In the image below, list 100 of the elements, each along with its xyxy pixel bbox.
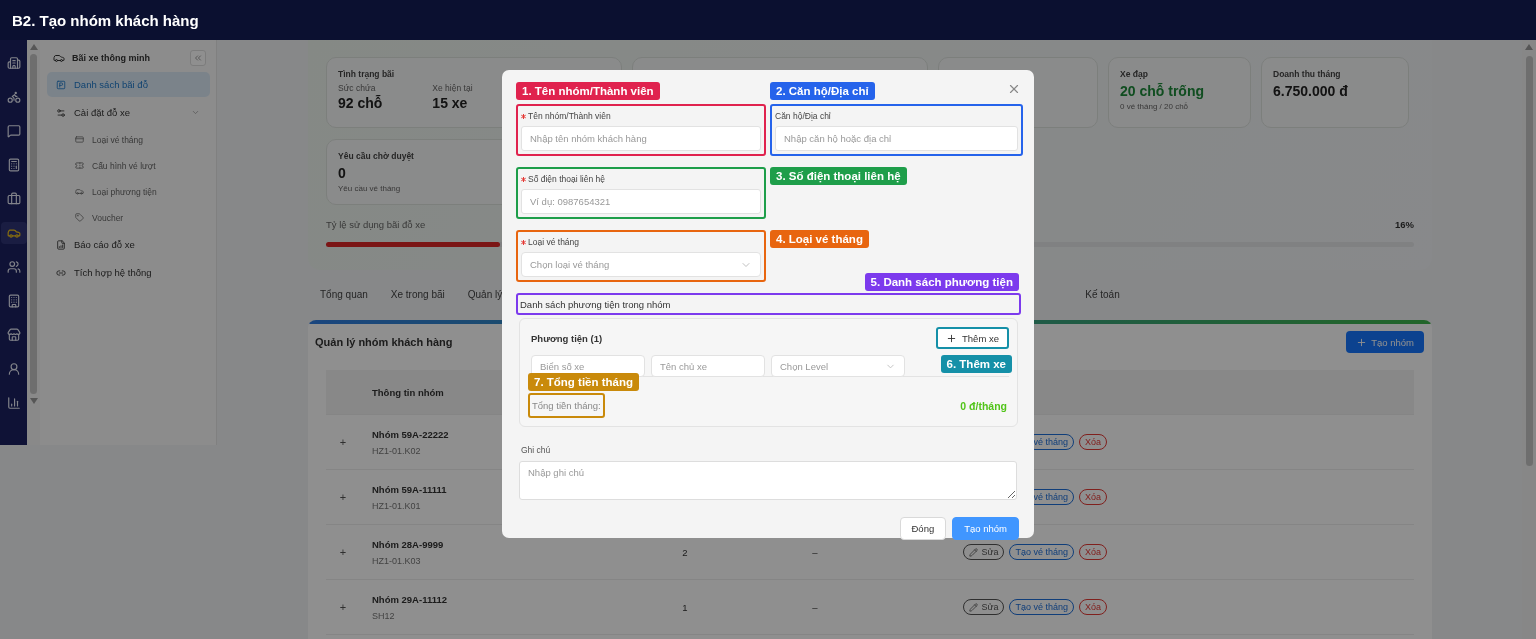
callout-label: 1. Tên nhóm/Thành viên xyxy=(516,82,660,100)
card-title: Doanh thu tháng xyxy=(1273,69,1342,79)
callout-label: 3. Số điện thoại liên hệ xyxy=(770,167,907,185)
delete-button[interactable]: Xóa xyxy=(1079,489,1107,505)
expand-button[interactable]: + xyxy=(326,601,360,613)
callout-label: 6. Thêm xe xyxy=(940,355,1012,373)
stat-value: 6.750.000 đ xyxy=(1273,83,1349,99)
table-cell-text: 1 xyxy=(681,601,689,613)
group-name: Nhóm 59A-11111 xyxy=(372,483,447,495)
metric-label: Xe hiện tại xyxy=(432,83,473,93)
group-code: SH12 xyxy=(372,610,395,621)
edit-button[interactable]: Sửa xyxy=(963,544,1005,560)
metric-value: 92 chỗ xyxy=(338,95,383,111)
tab[interactable]: Tổng quan xyxy=(320,284,368,306)
table-cell-text: – xyxy=(811,546,819,558)
sidebar-item[interactable]: Tích hợp hệ thống xyxy=(47,260,210,285)
usage-label: Tỷ lệ sử dụng bãi đỗ xe xyxy=(326,219,426,230)
scrollbar-thumb[interactable] xyxy=(30,54,37,394)
expand-button[interactable]: + xyxy=(326,491,360,503)
sidebar-subitem[interactable]: Loại vé tháng xyxy=(47,128,210,151)
delete-button[interactable]: Xóa xyxy=(1079,599,1107,615)
link-icon xyxy=(56,267,66,278)
group-code: HZ1-01.K02 xyxy=(372,445,421,456)
group-code: HZ1-01.K03 xyxy=(372,555,421,566)
sidebar-item[interactable]: Cài đặt đỗ xe xyxy=(47,100,210,125)
sidebar-subitem[interactable]: Cấu hình vé lượt xyxy=(47,154,210,177)
table-cell-text: 2 xyxy=(681,546,689,558)
select-field[interactable]: Chọn Level xyxy=(771,355,905,377)
ticket-button[interactable]: Tạo vé tháng xyxy=(1009,599,1074,615)
metric-value: 15 xe xyxy=(432,95,469,111)
sidebar-title: Bãi xe thông minh xyxy=(72,53,150,63)
total-label: Tổng tiền tháng: xyxy=(528,393,605,418)
sidebar-item[interactable]: Danh sách bãi đỗ xyxy=(47,72,210,97)
sidebar-item[interactable]: Báo cáo đỗ xe xyxy=(47,232,210,257)
card-title: Tình trạng bãi xyxy=(338,69,396,79)
group-name: Nhóm 28A-9999 xyxy=(372,538,444,550)
callout-label: 7. Tổng tiền tháng xyxy=(528,373,640,391)
report-icon xyxy=(56,239,66,250)
total-value: 0 đ/tháng xyxy=(960,399,1007,412)
settings-icon xyxy=(56,107,66,118)
parking-icon xyxy=(56,79,66,90)
tag-icon xyxy=(75,213,84,222)
metric-label: Sức chứa xyxy=(338,83,377,93)
pencil-icon xyxy=(969,602,979,612)
card-title: Xe đạp xyxy=(1120,69,1149,79)
ticket-icon xyxy=(75,161,84,170)
field-label: Ghi chú xyxy=(521,445,552,455)
stat-note: Yêu cầu vé tháng xyxy=(338,184,402,193)
section-title: Danh sách phương tiện trong nhóm xyxy=(520,298,671,310)
group-code: HZ1-01.K01 xyxy=(372,500,421,511)
field-label: Loại vé tháng xyxy=(528,237,580,247)
input-field[interactable]: Tên chủ xe xyxy=(651,355,765,377)
double-chevron-left-icon xyxy=(193,53,203,63)
expand-button[interactable]: + xyxy=(326,436,360,448)
note-field[interactable]: Nhập ghi chú xyxy=(519,461,1017,500)
delete-button[interactable]: Xóa xyxy=(1079,434,1107,450)
panel-title: Quản lý nhóm khách hàng xyxy=(315,336,453,348)
callout-label: 2. Căn hộ/Địa chỉ xyxy=(770,82,875,100)
group-name: Nhóm 29A-11112 xyxy=(372,593,447,605)
card-icon xyxy=(75,135,84,144)
add-vehicle-button[interactable]: Thêm xe xyxy=(936,327,1009,349)
field-label: Căn hộ/Địa chỉ xyxy=(775,111,831,121)
scroll-down-icon[interactable] xyxy=(29,398,38,404)
callout-label: 5. Danh sách phương tiện xyxy=(864,273,1019,291)
stat-note: 0 vé tháng / 20 chỗ xyxy=(1120,102,1190,111)
callout-label: 4. Loại vé tháng xyxy=(770,230,869,248)
create-group-button[interactable]: Tạo nhóm xyxy=(1346,331,1424,353)
stat-value: 0 xyxy=(338,165,347,181)
delete-button[interactable]: Xóa xyxy=(1079,544,1107,560)
page-title: B2. Tạo nhóm khách hàng xyxy=(12,11,199,29)
scroll-up-icon[interactable] xyxy=(29,44,38,50)
table-cell-text: – xyxy=(811,601,819,613)
plus-icon xyxy=(1356,336,1368,348)
column-header: Thông tin nhóm xyxy=(371,386,445,398)
tab[interactable]: Xe trong bãi xyxy=(390,284,445,306)
close-button[interactable]: Đóng xyxy=(899,517,947,540)
input-field[interactable]: Nhập tên nhóm khách hàng xyxy=(521,126,761,151)
stat-value: 20 chỗ trống xyxy=(1120,83,1205,99)
create-button[interactable]: Tạo nhóm xyxy=(952,517,1019,540)
expand-button[interactable]: + xyxy=(326,546,360,558)
input-field[interactable]: Nhập căn hộ hoặc địa chỉ xyxy=(775,126,1018,151)
car-icon xyxy=(75,187,84,196)
card-title: Phương tiện (1) xyxy=(531,332,603,344)
sidebar-subitem[interactable]: Voucher xyxy=(47,206,210,229)
field-label: Số điện thoại liên hệ xyxy=(528,174,606,184)
ticket-button[interactable]: Tạo vé tháng xyxy=(1009,544,1074,560)
input-field[interactable]: Ví dụ: 0987654321 xyxy=(521,189,761,214)
tab[interactable]: Kế toán xyxy=(1085,284,1120,306)
field-label: Tên nhóm/Thành viên xyxy=(528,111,611,121)
car-icon[interactable] xyxy=(0,222,27,244)
usage-reading: 16% xyxy=(1395,219,1414,230)
tab[interactable]: Quản lý xyxy=(467,284,503,306)
close-button[interactable] xyxy=(1007,82,1021,96)
select-field[interactable]: Chọn loại vé tháng xyxy=(521,252,761,277)
edit-button[interactable]: Sửa xyxy=(963,599,1005,615)
scrollbar-thumb[interactable] xyxy=(1525,56,1533,466)
sidebar-subitem[interactable]: Loại phương tiện xyxy=(47,180,210,203)
plus-icon xyxy=(946,332,958,344)
group-name: Nhóm 59A-22222 xyxy=(372,428,449,440)
card-title: Yêu cầu chờ duyệt xyxy=(338,151,415,161)
